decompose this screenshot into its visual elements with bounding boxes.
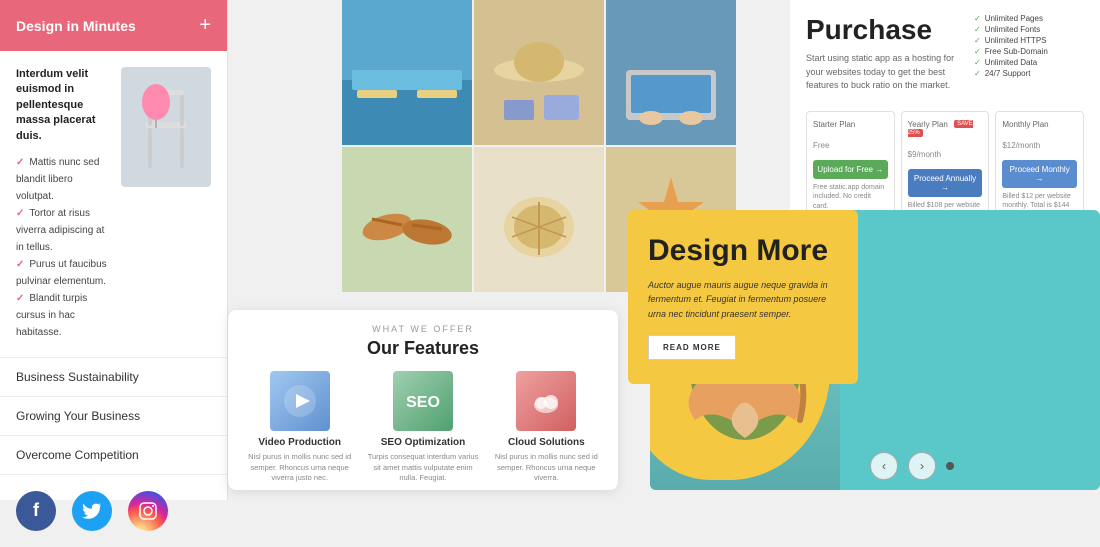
feature-video-production: Video Production Nisl purus in mollis nu… [244, 371, 355, 484]
accordion-title: Design in Minutes [16, 18, 136, 34]
feature-seo-desc: Turpis consequat interdum varius sit ame… [367, 452, 478, 484]
purchase-feature-6: 24/7 Support [974, 69, 1084, 78]
carousel-dot-1 [946, 462, 954, 470]
checklist: Mattis nunc sed blandit libero volutpat.… [16, 154, 113, 341]
yearly-proceed-button[interactable]: Proceed Annually → [908, 169, 983, 197]
starter-plan-price: Free [813, 131, 888, 154]
purchase-description: Start using static app as a hosting for … [806, 52, 964, 93]
design-more-card: Design More Auctor augue mauris augue ne… [628, 210, 858, 384]
photo-cell-3 [606, 0, 736, 145]
yearly-plan-label: Yearly Plan SAVE 25% [908, 120, 983, 138]
starter-upload-button[interactable]: Upload for Free → [813, 160, 888, 179]
carousel-controls: ‹ › [870, 452, 954, 480]
features-card: WHAT WE OFFER Our Features Video Product… [228, 310, 618, 490]
nav-item-business-sustainability[interactable]: Business Sustainability [0, 358, 227, 397]
photo-cell-5 [474, 147, 604, 292]
read-more-button[interactable]: READ MORE [648, 335, 736, 360]
yearly-plan-price: $9/month [908, 140, 983, 163]
svg-text:SEO: SEO [406, 394, 440, 411]
starter-plan-note: Free static.app domain included. No cred… [813, 183, 888, 212]
feature-cloud-solutions: Cloud Solutions Nisl purus in mollis nun… [491, 371, 602, 484]
purchase-feature-4: Free Sub-Domain [974, 47, 1084, 56]
monthly-plan-price: $12/month [1002, 131, 1077, 154]
accordion-header[interactable]: Design in Minutes + [0, 0, 227, 51]
nav-items: Business Sustainability Growing Your Bus… [0, 357, 227, 475]
facebook-icon[interactable]: f [16, 491, 56, 531]
social-icons: f [0, 475, 227, 547]
purchase-title: Purchase [806, 14, 964, 46]
features-title: Our Features [244, 338, 602, 359]
nav-item-growing-business[interactable]: Growing Your Business [0, 397, 227, 436]
cloud-solutions-icon [516, 371, 576, 431]
feature-seo-optimization: SEO SEO Optimization Turpis consequat in… [367, 371, 478, 484]
feature-video-name: Video Production [244, 437, 355, 448]
purchase-feature-1: Unlimited Pages [974, 14, 1084, 23]
purchase-feature-2: Unlimited Fonts [974, 25, 1084, 34]
design-more-description: Auctor augue mauris augue neque gravida … [648, 278, 838, 321]
feature-video-desc: Nisl purus in mollis nunc sed id semper.… [244, 452, 355, 484]
photo-cell-2 [474, 0, 604, 145]
checklist-item-4: Blandit turpis cursus in hac habitasse. [16, 290, 113, 341]
carousel-next-button[interactable]: › [908, 452, 936, 480]
accordion-plus-icon: + [199, 14, 211, 37]
chair-svg [126, 72, 206, 182]
purchase-feature-3: Unlimited HTTPS [974, 36, 1084, 45]
features-subtitle: WHAT WE OFFER [244, 324, 602, 334]
seo-optimization-icon: SEO [393, 371, 453, 431]
starter-plan-label: Starter Plan [813, 120, 888, 129]
feature-cloud-desc: Nisl purus in mollis nunc sed id semper.… [491, 452, 602, 484]
instagram-camera-icon [138, 501, 158, 521]
accordion-content: Interdum velit euismod in pellentesque m… [0, 51, 227, 357]
accordion-main-text: Interdum velit euismod in pellentesque m… [16, 67, 113, 144]
photo-cell-4 [342, 147, 472, 292]
nav-item-overcome-competition[interactable]: Overcome Competition [0, 436, 227, 475]
monthly-plan-label: Monthly Plan [1002, 120, 1077, 129]
feature-seo-name: SEO Optimization [367, 437, 478, 448]
design-more-title: Design More [648, 234, 838, 268]
feature-cloud-name: Cloud Solutions [491, 437, 602, 448]
video-production-icon [270, 371, 330, 431]
features-grid: Video Production Nisl purus in mollis nu… [244, 371, 602, 484]
left-panel: Design in Minutes + Interdum velit euism… [0, 0, 228, 500]
checklist-item-1: Mattis nunc sed blandit libero volutpat. [16, 154, 113, 205]
twitter-bird-icon [82, 503, 102, 519]
instagram-icon[interactable] [128, 491, 168, 531]
accordion-text: Interdum velit euismod in pellentesque m… [16, 67, 113, 341]
checklist-item-2: Tortor at risus viverra adipiscing at in… [16, 205, 113, 256]
photo-cell-1 [342, 0, 472, 145]
purchase-feature-5: Unlimited Data [974, 58, 1084, 67]
checklist-item-3: Purus ut faucibus pulvinar elementum. [16, 256, 113, 290]
twitter-icon[interactable] [72, 491, 112, 531]
carousel-prev-button[interactable]: ‹ [870, 452, 898, 480]
accordion-image [121, 67, 211, 187]
monthly-proceed-button[interactable]: Proceed Monthly → [1002, 160, 1077, 188]
